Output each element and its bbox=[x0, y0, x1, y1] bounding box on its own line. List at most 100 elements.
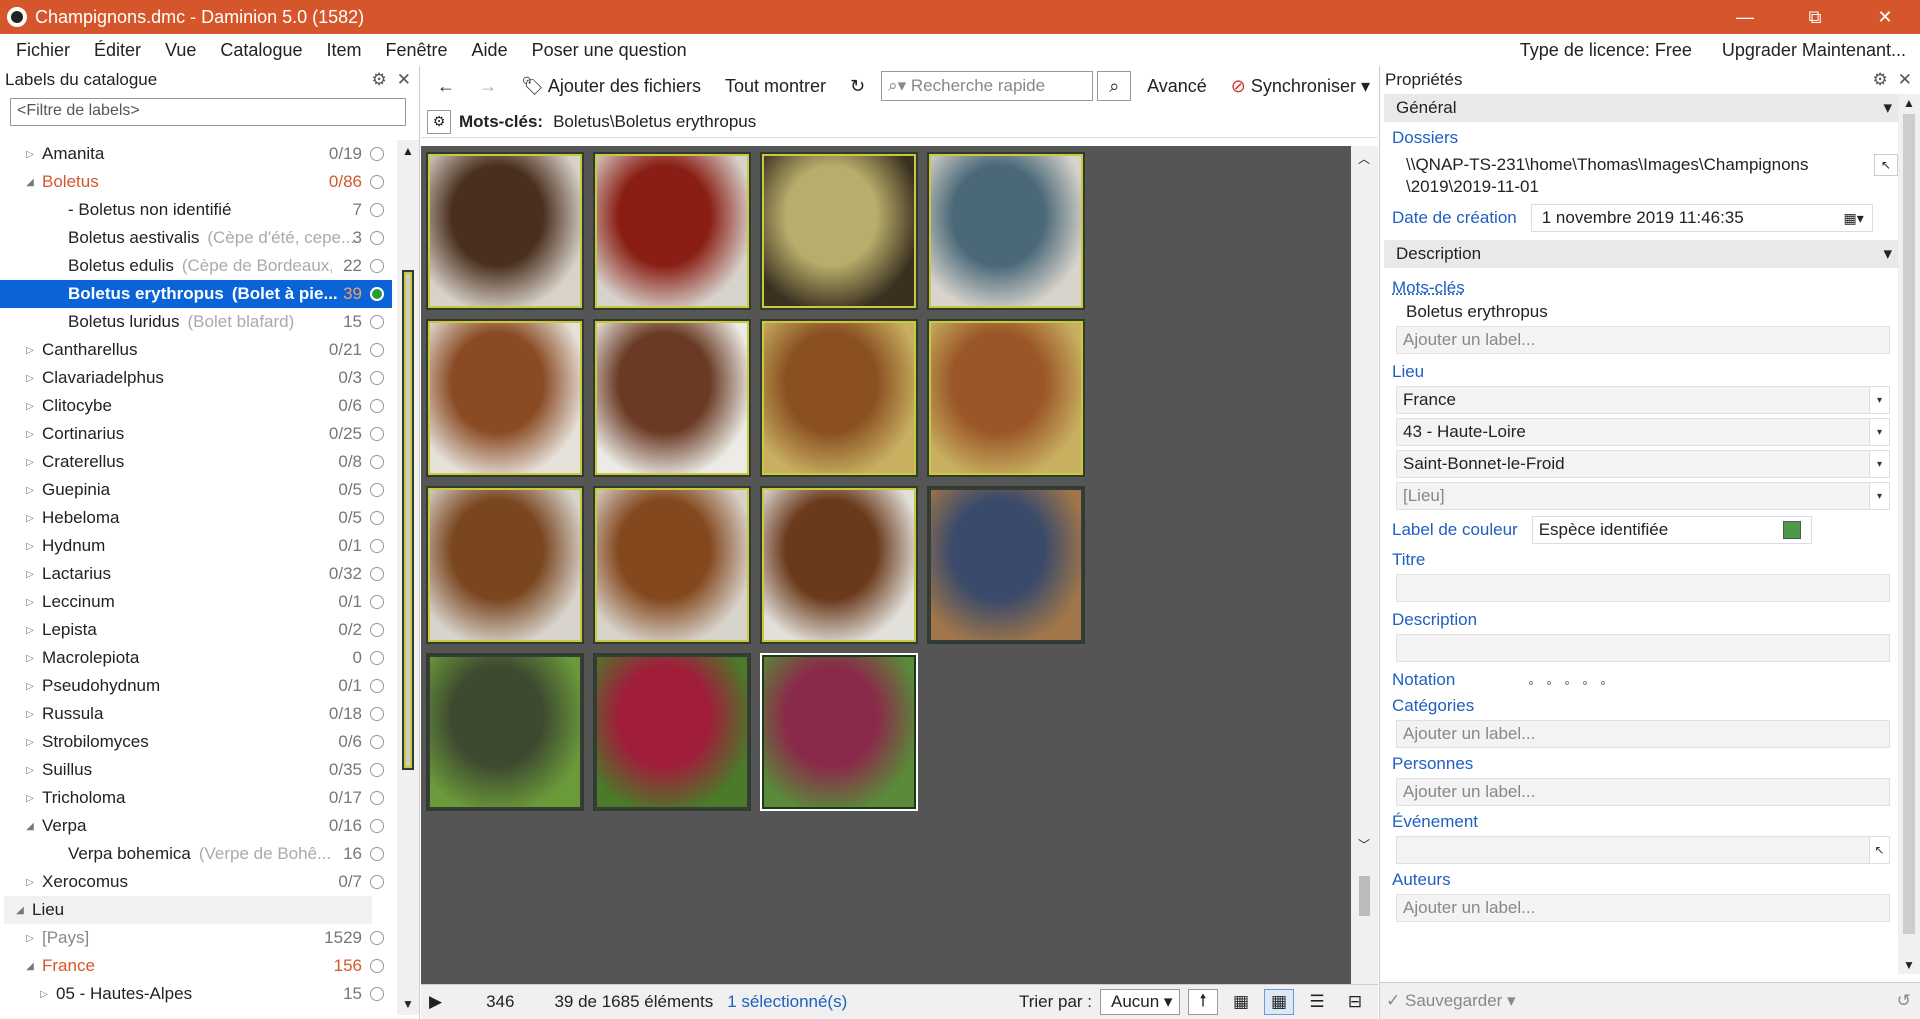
undo-icon[interactable]: ↺ bbox=[1897, 991, 1911, 1011]
tree-section[interactable]: ◢ Lieu bbox=[4, 896, 372, 924]
expand-triangle-icon[interactable]: ▷ bbox=[24, 653, 36, 664]
add-category-field[interactable]: Ajouter un label... bbox=[1396, 720, 1890, 748]
tree-item[interactable]: ▷ Strobilomyces 0/6 bbox=[0, 728, 392, 756]
expand-triangle-icon[interactable]: ▷ bbox=[24, 373, 36, 384]
tree-item[interactable]: ▷ Lepista 0/2 bbox=[0, 616, 392, 644]
gear-icon[interactable]: ⚙ bbox=[372, 70, 387, 90]
radio-circle-icon[interactable] bbox=[370, 959, 384, 973]
scroll-thumb[interactable] bbox=[402, 270, 414, 770]
star-icon[interactable] bbox=[1547, 681, 1552, 685]
tree-item[interactable]: ▷ Xerocomus 0/7 bbox=[0, 868, 392, 896]
radio-circle-icon[interactable] bbox=[370, 875, 384, 889]
refresh-icon[interactable]: ↻ bbox=[842, 76, 873, 97]
star-icon[interactable] bbox=[1529, 681, 1534, 685]
place-region-field[interactable]: 43 - Haute-Loire ▾ bbox=[1396, 418, 1890, 446]
photo-thumbnail[interactable] bbox=[760, 486, 918, 644]
description-field[interactable] bbox=[1396, 634, 1890, 662]
tree-item[interactable]: Boletus erythropus (Bolet à pie... 39 bbox=[0, 280, 392, 308]
expand-triangle-icon[interactable]: ▷ bbox=[24, 401, 36, 412]
chevron-down-icon[interactable]: ▾ bbox=[1869, 419, 1889, 445]
expand-triangle-icon[interactable]: ▷ bbox=[38, 989, 50, 1000]
expanded-triangle-icon[interactable]: ◢ bbox=[24, 177, 36, 188]
selection-count[interactable]: 1 sélectionné(s) bbox=[727, 992, 847, 1012]
tree-item[interactable]: ◢ Verpa 0/16 bbox=[0, 812, 392, 840]
open-event-icon[interactable]: ↖ bbox=[1869, 837, 1889, 863]
show-all-button[interactable]: Tout montrer bbox=[717, 76, 834, 97]
expanded-triangle-icon[interactable]: ◢ bbox=[24, 961, 36, 972]
scroll-up-icon[interactable]: ▲ bbox=[402, 144, 414, 158]
add-author-field[interactable]: Ajouter un label... bbox=[1396, 894, 1890, 922]
calendar-icon[interactable]: ▦▾ bbox=[1843, 210, 1863, 227]
tree-item[interactable]: ◢ Boletus 0/86 bbox=[0, 168, 392, 196]
list-view-icon[interactable]: ☰ bbox=[1302, 989, 1332, 1015]
photo-thumbnail[interactable] bbox=[927, 486, 1085, 644]
scroll-down-icon[interactable]: ﹀ bbox=[1358, 836, 1370, 853]
radio-circle-icon[interactable] bbox=[370, 539, 384, 553]
tree-item[interactable]: ▷ Clitocybe 0/6 bbox=[0, 392, 392, 420]
radio-circle-icon[interactable] bbox=[370, 315, 384, 329]
tree-item[interactable]: ▷ 05 - Hautes-Alpes 15 bbox=[0, 980, 392, 1008]
expanded-triangle-icon[interactable]: ◢ bbox=[24, 821, 36, 832]
tree-item[interactable]: ▷ Amanita 0/19 bbox=[0, 140, 392, 168]
section-general[interactable]: Général ▾ bbox=[1384, 94, 1900, 122]
sort-select[interactable]: Aucun ▾ bbox=[1100, 989, 1180, 1015]
radio-circle-icon[interactable] bbox=[370, 371, 384, 385]
photo-thumbnail[interactable] bbox=[426, 653, 584, 811]
menu-edit[interactable]: Éditer bbox=[86, 40, 149, 61]
expand-triangle-icon[interactable]: ▷ bbox=[24, 457, 36, 468]
expand-triangle-icon[interactable]: ▷ bbox=[24, 541, 36, 552]
forward-arrow-icon[interactable]: → bbox=[471, 76, 505, 97]
menu-file[interactable]: Fichier bbox=[8, 40, 78, 61]
expand-triangle-icon[interactable]: ▷ bbox=[24, 681, 36, 692]
scroll-down-icon[interactable]: ▼ bbox=[402, 997, 414, 1011]
radio-circle-icon[interactable] bbox=[370, 343, 384, 357]
radio-circle-icon[interactable] bbox=[370, 259, 384, 273]
photo-thumbnail[interactable] bbox=[593, 152, 751, 310]
radio-circle-icon[interactable] bbox=[370, 819, 384, 833]
grid-view-icon[interactable]: ▦ bbox=[1264, 989, 1294, 1015]
expand-triangle-icon[interactable]: ▷ bbox=[24, 737, 36, 748]
tree-item[interactable]: ▷ Cortinarius 0/25 bbox=[0, 420, 392, 448]
radio-circle-icon[interactable] bbox=[370, 595, 384, 609]
radio-circle-icon[interactable] bbox=[370, 147, 384, 161]
label-filter-input[interactable]: <Filtre de labels> bbox=[10, 98, 406, 126]
radio-circle-icon[interactable] bbox=[370, 483, 384, 497]
minimize-button[interactable]: — bbox=[1710, 0, 1780, 34]
keywords-label[interactable]: Mots-clés bbox=[1392, 278, 1920, 298]
chevron-down-icon[interactable]: ▾ bbox=[1869, 483, 1889, 509]
add-person-field[interactable]: Ajouter un label... bbox=[1396, 778, 1890, 806]
close-icon[interactable]: ✕ bbox=[397, 70, 411, 90]
photo-thumbnail[interactable] bbox=[760, 152, 918, 310]
search-button[interactable]: ⌕ bbox=[1097, 71, 1132, 101]
tree-item[interactable]: ▷ Hebeloma 0/5 bbox=[0, 504, 392, 532]
tree-item[interactable]: Boletus luridus (Bolet blafard) 15 bbox=[0, 308, 392, 336]
gear-icon[interactable]: ⚙ bbox=[427, 109, 451, 134]
radio-circle-icon[interactable] bbox=[370, 287, 384, 301]
expand-triangle-icon[interactable]: ▷ bbox=[24, 485, 36, 496]
photo-thumbnail[interactable] bbox=[927, 152, 1085, 310]
tree-item[interactable]: Boletus aestivalis (Cèpe d'été, cepe... 3 bbox=[0, 224, 392, 252]
radio-circle-icon[interactable] bbox=[370, 399, 384, 413]
open-folder-icon[interactable]: ↖ bbox=[1874, 154, 1898, 176]
tree-item[interactable]: ◢ France 156 bbox=[0, 952, 392, 980]
expand-triangle-icon[interactable]: ▷ bbox=[24, 569, 36, 580]
expand-triangle-icon[interactable]: ▷ bbox=[24, 709, 36, 720]
event-field[interactable]: ↖ bbox=[1396, 836, 1890, 864]
photo-thumbnail[interactable] bbox=[760, 653, 918, 811]
tree-item[interactable]: ▷ Leccinum 0/1 bbox=[0, 588, 392, 616]
upgrade-link[interactable]: Upgrader Maintenant... bbox=[1714, 40, 1914, 61]
grid-large-icon[interactable]: ▦ bbox=[1226, 989, 1256, 1015]
tree-item[interactable]: ▷ Tricholoma 0/17 bbox=[0, 784, 392, 812]
expand-triangle-icon[interactable]: ▷ bbox=[24, 345, 36, 356]
close-button[interactable]: ✕ bbox=[1850, 0, 1920, 34]
photo-thumbnail[interactable] bbox=[593, 319, 751, 477]
scroll-up-icon[interactable]: ▲ bbox=[1903, 96, 1915, 110]
radio-circle-icon[interactable] bbox=[370, 847, 384, 861]
radio-circle-icon[interactable] bbox=[370, 735, 384, 749]
search-dropdown-icon[interactable]: ⌕▾ bbox=[888, 76, 906, 96]
tree-item[interactable]: ▷ Pseudohydnum 0/1 bbox=[0, 672, 392, 700]
scroll-thumb[interactable] bbox=[1903, 114, 1915, 934]
radio-circle-icon[interactable] bbox=[370, 567, 384, 581]
radio-circle-icon[interactable] bbox=[370, 763, 384, 777]
radio-circle-icon[interactable] bbox=[370, 231, 384, 245]
